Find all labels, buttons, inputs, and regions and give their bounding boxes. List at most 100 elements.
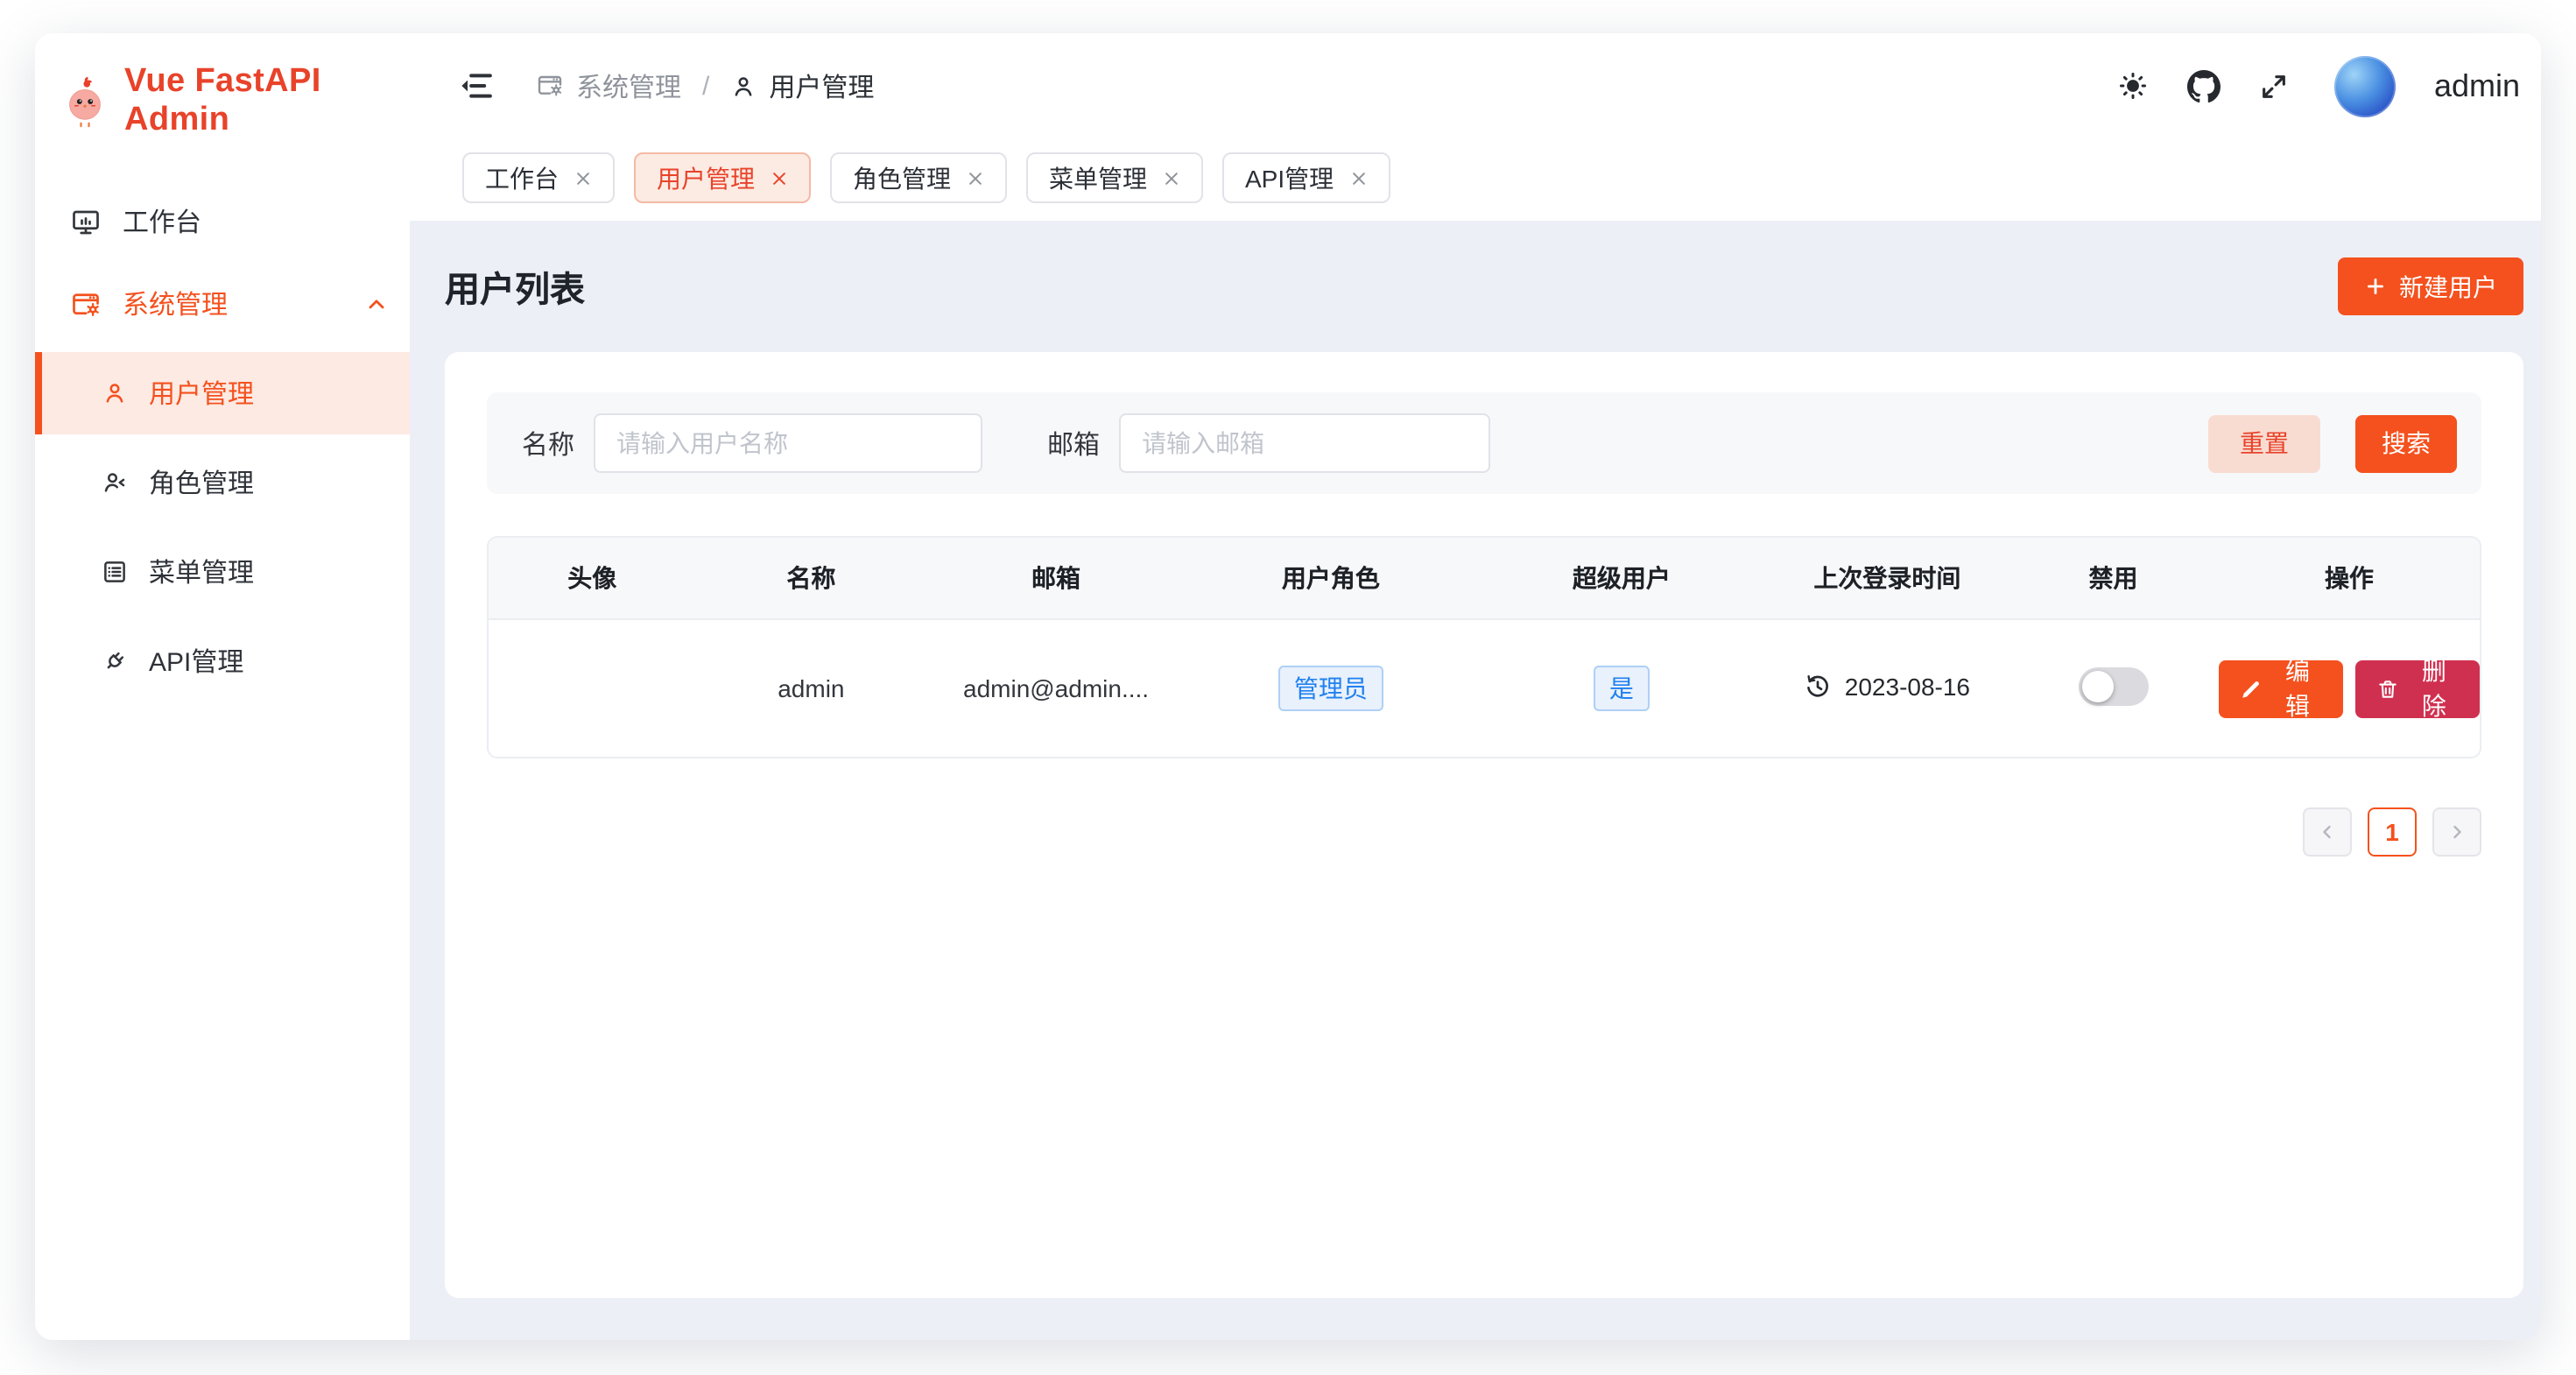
column-header-role: 用户角色	[1186, 561, 1476, 596]
history-clock-icon	[1805, 672, 1833, 700]
tab-menu-management[interactable]: 菜单管理	[1026, 152, 1203, 203]
breadcrumb-label: 系统管理	[576, 67, 681, 104]
tab-workbench[interactable]: 工作台	[462, 152, 615, 203]
sidebar: Vue FastAPI Admin 工作台	[35, 33, 410, 1340]
breadcrumb: 系统管理 / 用户管理	[536, 67, 874, 104]
pencil-icon	[2240, 677, 2263, 700]
sidebar-item-user-management[interactable]: 用户管理	[35, 352, 410, 434]
column-header-avatar: 头像	[489, 561, 695, 596]
user-avatar[interactable]	[2334, 55, 2396, 116]
pagination-next-button[interactable]	[2432, 807, 2481, 857]
cell-last-login: 2023-08-16	[1767, 672, 2008, 705]
close-icon[interactable]	[1349, 169, 1367, 187]
table-row: admin admin@admin.... 管理员 是	[489, 620, 2480, 757]
tab-label: 工作台	[485, 160, 559, 195]
column-header-superuser: 超级用户	[1476, 561, 1767, 596]
pagination-page-1[interactable]: 1	[2368, 807, 2417, 857]
cell-superuser: 是	[1476, 665, 1767, 712]
cell-email: admin@admin....	[926, 674, 1186, 702]
edit-button-label: 编辑	[2273, 653, 2322, 723]
page-header: 用户列表 新建用户	[445, 221, 2523, 352]
system-settings-icon	[70, 288, 102, 320]
table-header-row: 头像 名称 邮箱 用户角色 超级用户 上次登录时间 禁用 操作	[489, 538, 2480, 620]
search-button[interactable]: 搜索	[2355, 414, 2457, 472]
sidebar-item-system[interactable]: 系统管理	[35, 263, 410, 345]
reset-button[interactable]: 重置	[2208, 414, 2320, 472]
github-icon[interactable]	[2187, 69, 2221, 102]
sidebar-item-role-management[interactable]: 角色管理	[35, 441, 410, 524]
breadcrumb-separator: /	[702, 71, 709, 101]
edit-button[interactable]: 编辑	[2219, 659, 2343, 717]
email-filter-input[interactable]	[1119, 413, 1490, 473]
tab-label: API管理	[1245, 160, 1334, 195]
sidebar-item-label: 系统管理	[123, 286, 228, 322]
app-title: Vue FastAPI Admin	[124, 63, 410, 140]
user-list-card: 名称 邮箱 重置 搜索 头像 名称 邮箱 用户角色	[445, 352, 2523, 1298]
main-area: 系统管理 / 用户管理	[410, 33, 2541, 1340]
name-filter-input[interactable]	[594, 413, 982, 473]
new-user-button-label: 新建用户	[2399, 269, 2497, 304]
page-title: 用户列表	[445, 261, 585, 312]
sidebar-collapse-icon[interactable]	[459, 68, 494, 103]
chevron-up-icon	[364, 292, 389, 316]
menu-list-icon	[102, 559, 128, 585]
sidebar-item-menu-management[interactable]: 菜单管理	[35, 531, 410, 613]
users-table: 头像 名称 邮箱 用户角色 超级用户 上次登录时间 禁用 操作 admin ad…	[487, 536, 2481, 758]
close-icon[interactable]	[574, 169, 592, 187]
superuser-tag: 是	[1594, 665, 1650, 712]
sidebar-item-label: 角色管理	[149, 464, 254, 501]
plus-icon	[2364, 275, 2387, 298]
email-filter-label: 邮箱	[1047, 425, 1100, 462]
role-tag: 管理员	[1278, 665, 1383, 712]
sidebar-item-api-management[interactable]: API管理	[35, 620, 410, 702]
tab-user-management[interactable]: 用户管理	[634, 152, 811, 203]
pagination: 1	[487, 807, 2481, 857]
filter-bar: 名称 邮箱 重置 搜索	[487, 392, 2481, 494]
tab-label: 菜单管理	[1049, 160, 1147, 195]
cell-actions: 编辑	[2219, 659, 2480, 717]
sidebar-menu: 工作台 系统管理	[35, 170, 410, 702]
close-icon[interactable]	[771, 169, 788, 187]
tab-role-management[interactable]: 角色管理	[830, 152, 1007, 203]
breadcrumb-item-users[interactable]: 用户管理	[730, 67, 874, 104]
sidebar-item-label: 菜单管理	[149, 554, 254, 590]
system-settings-icon	[536, 72, 564, 100]
sidebar-item-label: API管理	[149, 643, 243, 680]
close-icon[interactable]	[967, 169, 984, 187]
pagination-prev-button[interactable]	[2303, 807, 2352, 857]
tabbar: 工作台 用户管理 角色管理 菜单管理	[410, 138, 2541, 221]
sidebar-item-label: 工作台	[123, 203, 201, 240]
fullscreen-icon[interactable]	[2259, 71, 2289, 101]
tab-api-management[interactable]: API管理	[1222, 152, 1390, 203]
content-area: 用户列表 新建用户 名称 邮箱 重置 搜索	[410, 221, 2541, 1340]
breadcrumb-label: 用户管理	[769, 67, 874, 104]
tab-label: 用户管理	[657, 160, 755, 195]
user-icon	[730, 73, 757, 99]
column-header-disabled: 禁用	[2008, 561, 2219, 596]
delete-button[interactable]: 删除	[2355, 659, 2480, 717]
last-login-value: 2023-08-16	[1845, 672, 1970, 700]
username[interactable]: admin	[2434, 67, 2520, 104]
theme-toggle-icon[interactable]	[2117, 70, 2149, 102]
breadcrumb-item-system[interactable]: 系统管理	[536, 67, 681, 104]
app-logo: Vue FastAPI Admin	[35, 33, 410, 170]
sidebar-item-label: 用户管理	[149, 375, 254, 412]
user-icon	[102, 380, 128, 406]
role-users-icon	[102, 469, 128, 496]
tab-label: 角色管理	[853, 160, 951, 195]
topbar: 系统管理 / 用户管理	[410, 33, 2541, 138]
monitor-icon	[70, 206, 102, 237]
app-window: Vue FastAPI Admin 工作台	[35, 33, 2541, 1340]
disabled-toggle[interactable]	[2078, 666, 2148, 705]
column-header-email: 邮箱	[926, 561, 1186, 596]
cell-name: admin	[695, 674, 926, 702]
name-filter-label: 名称	[522, 425, 574, 462]
column-header-actions: 操作	[2219, 561, 2480, 596]
column-header-last-login: 上次登录时间	[1767, 561, 2008, 596]
cell-disabled	[2008, 666, 2219, 710]
sidebar-item-workbench[interactable]: 工作台	[35, 180, 410, 263]
trash-icon	[2376, 677, 2399, 700]
close-icon[interactable]	[1163, 169, 1180, 187]
new-user-button[interactable]: 新建用户	[2338, 257, 2523, 315]
chicken-logo-icon	[61, 75, 109, 128]
